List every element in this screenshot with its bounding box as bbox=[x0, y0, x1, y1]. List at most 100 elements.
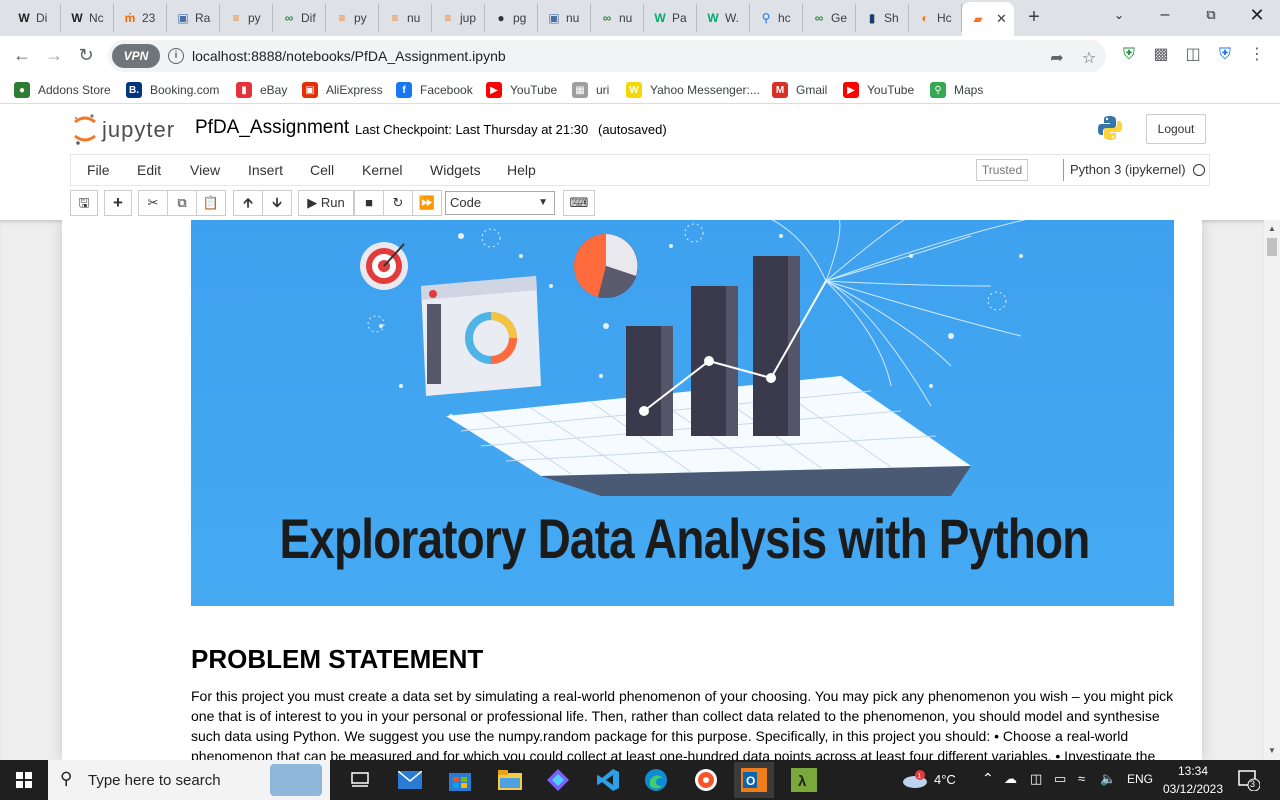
store-app-icon[interactable] bbox=[440, 764, 480, 796]
forward-icon[interactable]: → bbox=[42, 44, 66, 68]
browser-tab[interactable]: ≡ nu bbox=[379, 4, 432, 32]
close-window-icon[interactable]: ✕ bbox=[1234, 0, 1280, 32]
save-icon[interactable]: 🖫 bbox=[70, 190, 98, 216]
vscode-icon[interactable] bbox=[588, 764, 628, 796]
menu-kernel[interactable]: Kernel bbox=[362, 162, 402, 178]
browser-tab[interactable]: ▮ Sh bbox=[856, 4, 909, 32]
edge-icon[interactable] bbox=[636, 764, 676, 796]
bookmark-item[interactable]: ● Addons Store bbox=[14, 81, 111, 99]
menu-insert[interactable]: Insert bbox=[248, 162, 283, 178]
bookmark-item[interactable]: W Yahoo Messenger:... bbox=[626, 81, 760, 99]
browser-tab[interactable]: ● pg bbox=[485, 4, 538, 32]
copy-cells-icon[interactable]: ⧉ bbox=[167, 190, 197, 216]
weather-temperature[interactable]: 4°C bbox=[934, 772, 956, 787]
browser-tab[interactable]: W Pa bbox=[644, 4, 697, 32]
browser-tab[interactable]: ▣ Ra bbox=[167, 4, 220, 32]
bookmark-item[interactable]: ▶ YouTube bbox=[843, 81, 914, 99]
browser-menu-icon[interactable]: ⋮ bbox=[1246, 44, 1268, 66]
bookmark-item[interactable]: ▶ YouTube bbox=[486, 81, 557, 99]
bookmark-item[interactable]: ▦ uri bbox=[572, 81, 609, 99]
cut-cells-icon[interactable]: ✂ bbox=[138, 190, 168, 216]
new-tab-button[interactable]: + bbox=[1022, 6, 1046, 30]
close-tab-icon[interactable]: ✕ bbox=[996, 11, 1007, 27]
menu-edit[interactable]: Edit bbox=[137, 162, 161, 178]
restore-icon[interactable]: ⧉ bbox=[1188, 0, 1234, 32]
scroll-up-icon[interactable]: ▲ bbox=[1268, 224, 1276, 233]
language-indicator[interactable]: ENG bbox=[1127, 772, 1153, 786]
bookmark-item[interactable]: B. Booking.com bbox=[126, 81, 219, 99]
mail-app-icon[interactable] bbox=[390, 764, 430, 796]
browser-tab[interactable]: ≡ py bbox=[220, 4, 273, 32]
volume-icon[interactable]: 🔈 bbox=[1100, 771, 1116, 787]
side-panel-icon[interactable]: ◫ bbox=[1182, 44, 1204, 66]
browser-tab[interactable]: W Nc bbox=[61, 4, 114, 32]
outlook-icon[interactable]: O bbox=[734, 762, 774, 798]
insert-cell-below-icon[interactable]: + bbox=[104, 190, 132, 216]
bookmark-item[interactable]: ▣ AliExpress bbox=[302, 81, 383, 99]
minimize-icon[interactable]: – bbox=[1142, 0, 1188, 32]
menu-help[interactable]: Help bbox=[507, 162, 536, 178]
notebook-scroll-area[interactable]: Exploratory Data Analysis with Python PR… bbox=[0, 220, 1264, 760]
browser-tab[interactable]: ṁ 23 bbox=[114, 4, 167, 32]
battery-icon[interactable]: ▭ bbox=[1054, 771, 1066, 787]
cloud-sync-icon[interactable]: ☁ bbox=[1004, 771, 1017, 787]
site-info-icon[interactable]: i bbox=[168, 48, 184, 64]
scrollbar-thumb[interactable] bbox=[1267, 238, 1277, 256]
vpn-badge[interactable]: VPN bbox=[112, 44, 160, 68]
browser-tab[interactable]: ∞ nu bbox=[591, 4, 644, 32]
run-button[interactable]: ▶ Run bbox=[298, 190, 354, 216]
menu-view[interactable]: View bbox=[190, 162, 220, 178]
weather-icon[interactable]: 1 bbox=[902, 770, 928, 791]
move-up-icon[interactable]: 🡩 bbox=[233, 190, 263, 216]
browser-tab[interactable]: ∞ Dif bbox=[273, 4, 326, 32]
browser-tab[interactable]: ◐ Hc bbox=[909, 4, 962, 32]
browser-tab[interactable]: ⚲ hc bbox=[750, 4, 803, 32]
spreadsheet-app-icon[interactable]: λ bbox=[784, 764, 824, 796]
shield-extension-icon[interactable]: ⛨ bbox=[1118, 44, 1140, 66]
menu-cell[interactable]: Cell bbox=[310, 162, 334, 178]
jupyter-logo[interactable]: jupyter bbox=[72, 112, 182, 148]
app-diamond-icon[interactable] bbox=[538, 764, 578, 796]
wifi-icon[interactable]: ≈ bbox=[1078, 771, 1085, 786]
taskbar-search-box[interactable]: ⚲ Type here to search bbox=[48, 760, 330, 800]
scroll-down-icon[interactable]: ▼ bbox=[1268, 746, 1276, 755]
logout-button[interactable]: Logout bbox=[1146, 114, 1206, 144]
restart-kernel-icon[interactable]: ↻ bbox=[383, 190, 413, 216]
reload-icon[interactable]: ↻ bbox=[74, 44, 98, 68]
restart-run-all-icon[interactable]: ⏩ bbox=[412, 190, 442, 216]
browser-tab[interactable]: W Di bbox=[8, 4, 61, 32]
page-scrollbar[interactable]: ▲ ▼ bbox=[1264, 220, 1280, 760]
share-icon[interactable]: ➦ bbox=[1046, 48, 1068, 70]
bookmark-item[interactable]: f Facebook bbox=[396, 81, 473, 99]
url-text[interactable]: localhost:8888/notebooks/PfDA_Assignment… bbox=[192, 48, 506, 64]
move-down-icon[interactable]: 🡫 bbox=[262, 190, 292, 216]
bookmark-item[interactable]: ⚲ Maps bbox=[930, 81, 983, 99]
extensions-puzzle-icon[interactable]: ▩ bbox=[1150, 44, 1172, 66]
search-highlight-icon[interactable] bbox=[270, 764, 322, 796]
windows-start-icon[interactable] bbox=[0, 760, 48, 800]
trusted-indicator[interactable]: Trusted bbox=[976, 159, 1028, 181]
menu-widgets[interactable]: Widgets bbox=[430, 162, 481, 178]
browser-tab[interactable]: ≡ py bbox=[326, 4, 379, 32]
paste-cells-icon[interactable]: 📋 bbox=[196, 190, 226, 216]
address-bar[interactable]: VPN i localhost:8888/notebooks/PfDA_Assi… bbox=[108, 40, 1106, 72]
browser-tab[interactable]: ∞ Ge bbox=[803, 4, 856, 32]
clock-date[interactable]: 03/12/2023 bbox=[1160, 782, 1226, 796]
bookmark-item[interactable]: M Gmail bbox=[772, 81, 827, 99]
bookmark-star-icon[interactable]: ☆ bbox=[1078, 48, 1100, 70]
browser-tab[interactable]: W W. bbox=[697, 4, 750, 32]
task-view-icon[interactable] bbox=[340, 764, 380, 796]
chevron-up-icon[interactable]: ⌃ bbox=[982, 770, 994, 787]
browser-tab[interactable]: ≡ jup bbox=[432, 4, 485, 32]
browser-tab-active[interactable]: ▰ ✕ bbox=[962, 2, 1014, 36]
clock-time[interactable]: 13:34 bbox=[1166, 764, 1220, 778]
bookmark-item[interactable]: ▮ eBay bbox=[236, 81, 287, 99]
browser-tab[interactable]: ▣ nu bbox=[538, 4, 591, 32]
display-icon[interactable]: ◫ bbox=[1030, 771, 1042, 787]
tab-search-icon[interactable]: ⌄ bbox=[1096, 0, 1142, 32]
command-palette-keyboard-icon[interactable]: ⌨ bbox=[563, 190, 595, 216]
cell-type-select[interactable]: Code ▼ bbox=[445, 191, 555, 215]
notifications-icon[interactable]: 3 bbox=[1238, 769, 1261, 792]
interrupt-kernel-icon[interactable]: ■ bbox=[354, 190, 384, 216]
file-explorer-icon[interactable] bbox=[490, 764, 530, 796]
